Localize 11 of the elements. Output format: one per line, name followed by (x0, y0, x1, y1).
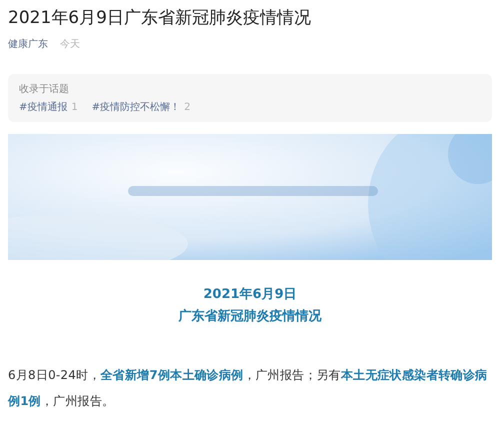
topic-label: 收录于话题 (19, 82, 70, 97)
section-heading: 2021年6月9日 (203, 286, 297, 304)
section-heading: 广东省新冠肺炎疫情情况 (178, 308, 322, 326)
publish-date: 今天 (60, 38, 80, 52)
tag-count: 1 (71, 101, 78, 115)
topic-tag[interactable]: #疫情通报 (19, 100, 68, 116)
author-link[interactable]: 健康广东 (8, 38, 48, 52)
tag-count: 2 (184, 101, 191, 115)
body-paragraph: 6月8日0-24时，全省新增7例本土确诊病例，广州报告；另有本土无症状感染者转确诊病例1例，广州报告。 (8, 367, 488, 410)
article-title: 2021年6月9日广东省新冠肺炎疫情情况 (8, 7, 312, 30)
topic-tag[interactable]: #疫情防控不松懈！ (92, 100, 180, 116)
